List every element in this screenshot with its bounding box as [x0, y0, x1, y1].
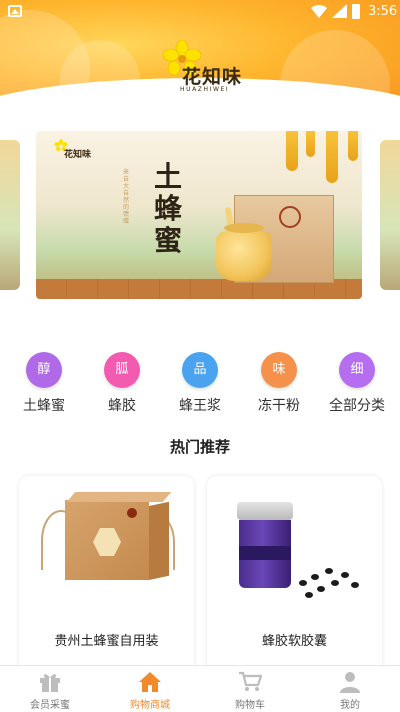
status-bar: 3:56	[0, 0, 400, 24]
photo-notification-icon	[8, 5, 22, 17]
tab-label: 我的	[340, 700, 360, 711]
home-icon	[139, 672, 161, 692]
honey-drip-decoration	[348, 131, 358, 161]
status-time: 3:56	[368, 4, 398, 19]
category-icon: 品	[182, 352, 218, 388]
product-image	[65, 492, 172, 580]
category-item[interactable]: 味 冻干粉	[241, 348, 317, 418]
honey-drip-decoration	[286, 131, 298, 171]
tab-label: 购物车	[235, 700, 265, 711]
product-name: 贵州土蜂蜜自用装	[54, 634, 159, 649]
user-icon	[340, 672, 360, 693]
wifi-icon	[311, 5, 327, 18]
product-card[interactable]: 蜂胶软胶囊	[207, 476, 382, 676]
banner-title-char: 蜂	[153, 192, 182, 225]
banner-brand-text: 花知味	[64, 150, 92, 160]
category-label: 全部分类	[329, 398, 385, 414]
category-icon: 味	[261, 352, 297, 388]
banner-title-char: 土	[153, 160, 182, 193]
honey-drip-decoration	[306, 131, 315, 157]
category-label: 冻干粉	[258, 398, 300, 414]
category-label: 蜂胶	[108, 398, 136, 414]
carousel-next-slide[interactable]	[380, 140, 400, 290]
banner-subtitle: 来自大自然的馈赠	[123, 169, 130, 225]
tab-member-honey[interactable]: 会员采蜜	[0, 666, 100, 712]
logo-text: 花知味	[182, 66, 243, 88]
banner-brand-logo: 花知味	[54, 139, 94, 165]
tab-cart[interactable]: 购物车	[200, 666, 300, 712]
gift-icon	[40, 674, 60, 692]
logo-subtext: HUAZHIWEI	[180, 86, 230, 93]
category-item[interactable]: 醇 土蜂蜜	[6, 348, 82, 418]
category-item[interactable]: 细 全部分类	[319, 348, 395, 418]
promo-banner[interactable]: 花知味 来自大自然的馈赠 土 蜂 蜜	[36, 131, 362, 299]
banner-title: 土 蜂 蜜	[148, 161, 188, 257]
category-label: 蜂王浆	[179, 398, 221, 414]
bottom-tab-bar: 会员采蜜 购物商城 购物车 我的	[0, 665, 400, 711]
battery-icon	[352, 4, 360, 19]
product-name: 蜂胶软胶囊	[261, 634, 327, 649]
capsule-pill	[341, 572, 349, 578]
category-icon: 细	[339, 352, 375, 388]
capsule-pill	[311, 574, 319, 580]
signal-icon	[332, 4, 347, 18]
product-image	[237, 502, 293, 588]
honey-drip-decoration	[326, 131, 338, 183]
category-item[interactable]: 品 蜂王浆	[162, 348, 238, 418]
section-title: 热门推荐	[169, 438, 230, 456]
cart-icon	[239, 671, 262, 691]
app-header: 3:56 花知味 HUAZHIWEI	[0, 0, 400, 112]
carousel-prev-slide[interactable]	[0, 140, 20, 290]
category-item[interactable]: 胍 蜂胶	[84, 348, 160, 418]
category-label: 土蜂蜜	[23, 398, 65, 414]
capsule-pill	[331, 580, 339, 586]
tab-mall[interactable]: 购物商城	[100, 666, 200, 712]
tab-label: 购物商城	[130, 700, 170, 711]
tab-profile[interactable]: 我的	[300, 666, 400, 712]
capsule-pill	[305, 592, 313, 598]
brand-logo: 花知味 HUAZHIWEI	[158, 40, 250, 96]
capsule-pill	[351, 582, 359, 588]
product-card[interactable]: 贵州土蜂蜜自用装	[19, 476, 194, 676]
category-row: 醇 土蜂蜜 胍 蜂胶 品 蜂王浆 味 冻干粉 细 全部分类	[0, 348, 400, 418]
category-icon: 醇	[26, 352, 62, 388]
category-icon: 胍	[104, 352, 140, 388]
tab-label: 会员采蜜	[30, 700, 70, 711]
capsule-pill	[299, 580, 307, 586]
capsule-pill	[317, 586, 325, 592]
honey-jar-image	[216, 223, 272, 281]
capsule-pill	[325, 568, 333, 574]
